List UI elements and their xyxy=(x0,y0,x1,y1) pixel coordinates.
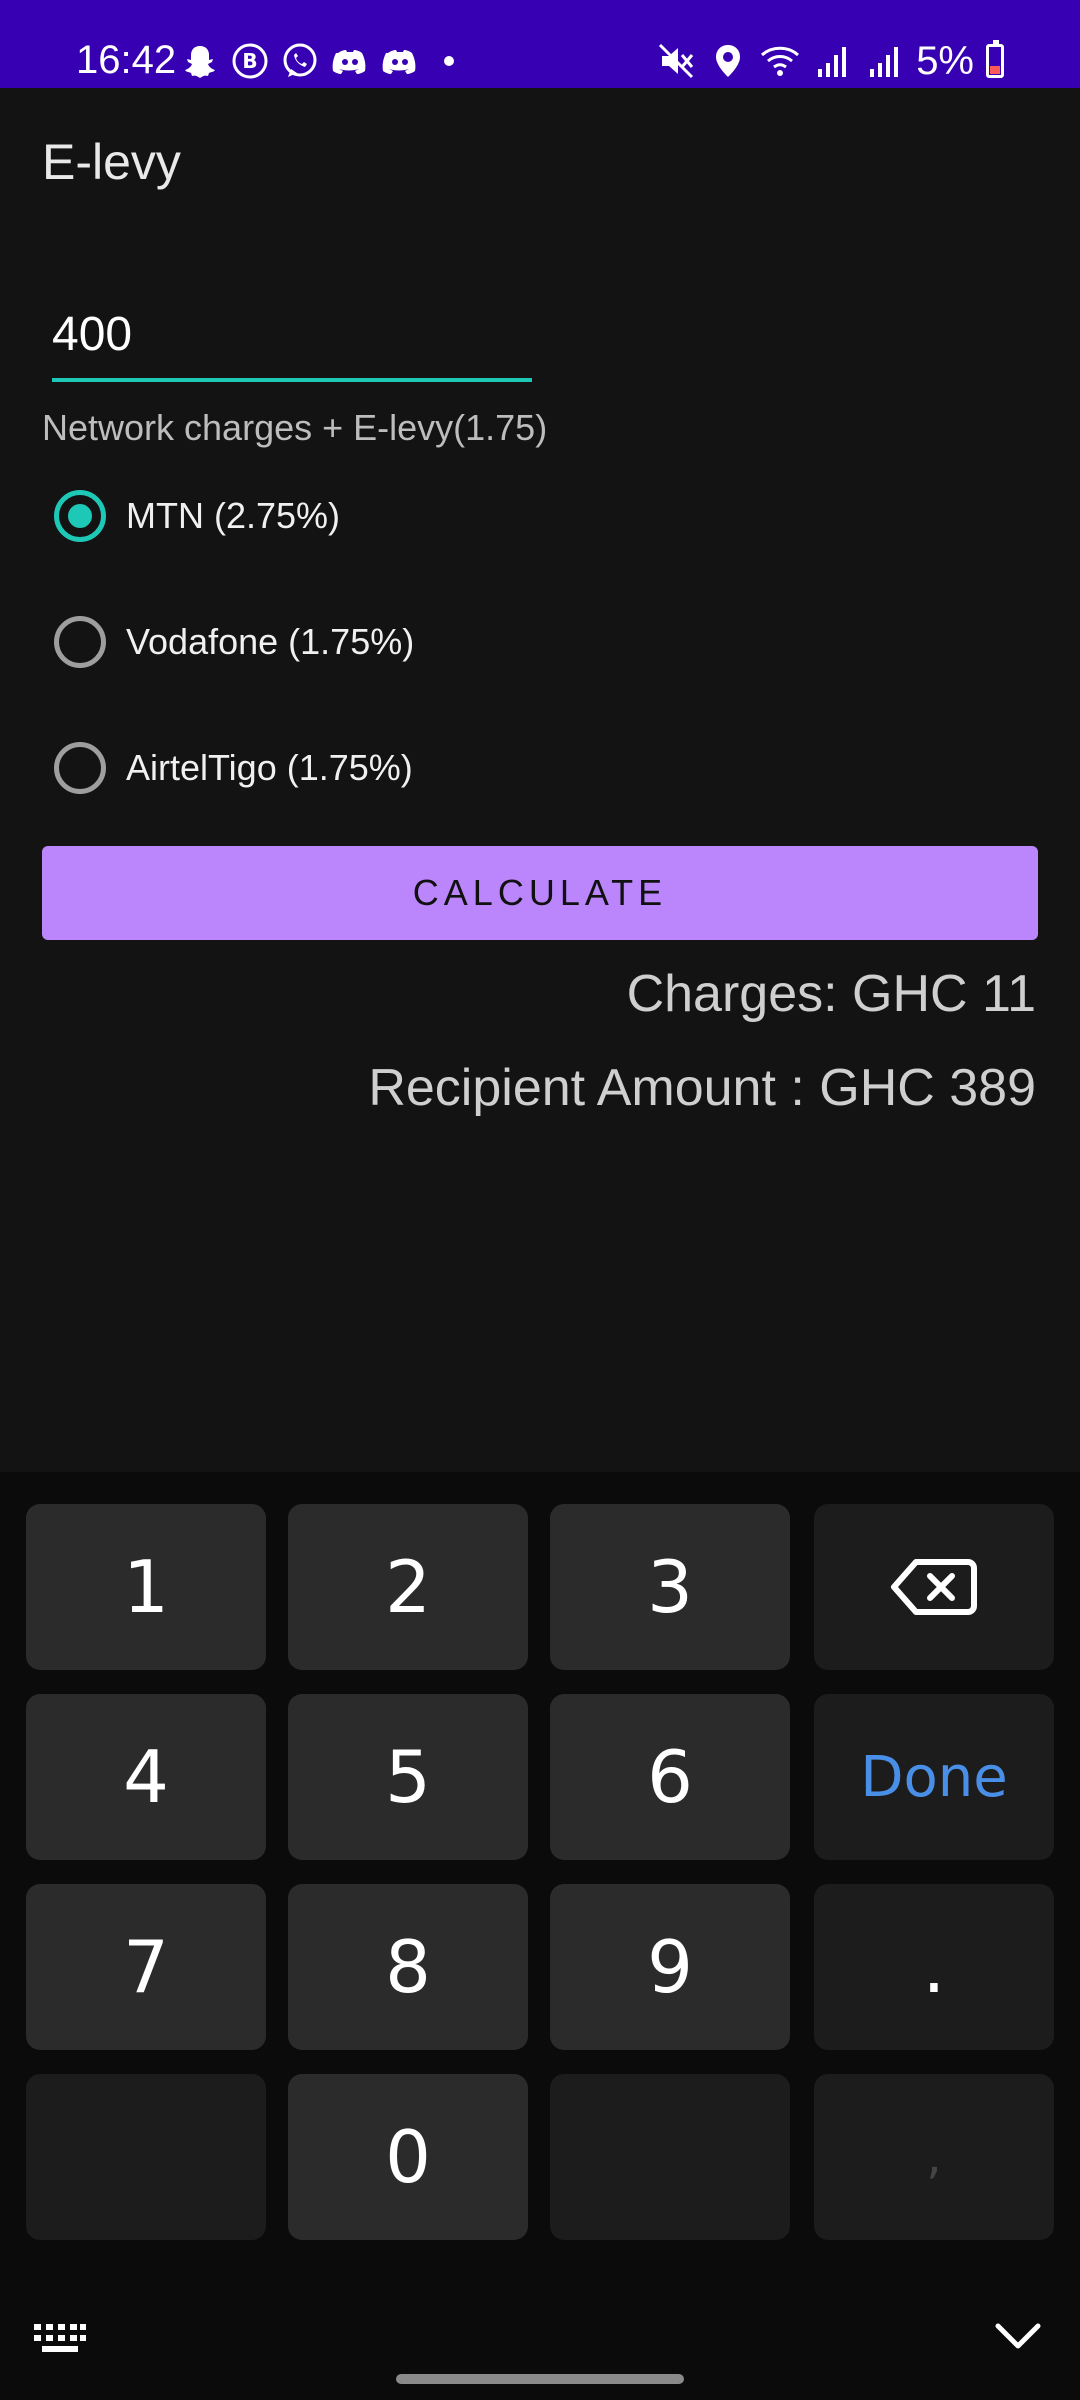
wifi-icon xyxy=(761,46,800,76)
radio-checked-icon[interactable] xyxy=(54,490,106,542)
battery-percent: 5% xyxy=(916,39,974,83)
discord-icon xyxy=(382,50,416,74)
key-3[interactable]: 3 xyxy=(550,1504,790,1670)
key-5[interactable]: 5 xyxy=(288,1694,528,1860)
key-2[interactable]: 2 xyxy=(288,1504,528,1670)
signal-icon xyxy=(818,47,847,77)
radio-vodafone[interactable]: Vodafone (1.75%) xyxy=(54,602,654,682)
key-4[interactable]: 4 xyxy=(26,1694,266,1860)
empty-key xyxy=(26,2074,266,2240)
calculate-button[interactable]: CALCULATE xyxy=(42,846,1038,940)
key-1[interactable]: 1 xyxy=(26,1504,266,1670)
radio-airteltigo[interactable]: AirtelTigo (1.75%) xyxy=(54,728,654,808)
key-6[interactable]: 6 xyxy=(550,1694,790,1860)
status-time: 16:42 xyxy=(76,38,177,82)
radio-mtn[interactable]: MTN (2.75%) xyxy=(54,476,654,556)
notification-icons: B xyxy=(180,38,454,84)
charges-result: Charges: GHC 11 xyxy=(626,965,1036,1023)
radio-unchecked-icon[interactable] xyxy=(54,616,106,668)
gesture-nav-bar[interactable] xyxy=(396,2374,684,2384)
system-icons: 5% xyxy=(656,38,1004,84)
comma-key[interactable]: , xyxy=(814,2074,1054,2240)
radio-vodafone-label: Vodafone (1.75%) xyxy=(126,621,415,662)
signal-icon xyxy=(870,47,899,77)
snapchat-icon xyxy=(185,46,215,78)
keyboard-switch-icon[interactable] xyxy=(32,2318,88,2358)
hide-keyboard-icon[interactable] xyxy=(994,2316,1042,2356)
radio-airteltigo-label: AirtelTigo (1.75%) xyxy=(126,747,413,788)
charges-hint-label: Network charges + E-levy(1.75) xyxy=(42,407,548,448)
discord-icon xyxy=(332,50,366,74)
location-icon xyxy=(716,45,741,77)
mute-icon xyxy=(659,43,694,79)
backspace-icon xyxy=(891,1559,977,1615)
more-notifications-dot-icon xyxy=(444,56,454,66)
status-bar: 16:42 B 5% xyxy=(0,0,1080,88)
amount-field[interactable] xyxy=(52,300,532,382)
key-8[interactable]: 8 xyxy=(288,1884,528,2050)
whatsapp-icon xyxy=(283,43,317,77)
radio-mtn-label: MTN (2.75%) xyxy=(126,495,341,536)
key-7[interactable]: 7 xyxy=(26,1884,266,2050)
dot-key[interactable]: . xyxy=(814,1884,1054,2050)
empty-key xyxy=(550,2074,790,2240)
app-title: E-levy xyxy=(42,134,181,190)
amount-input[interactable] xyxy=(52,300,532,370)
done-key[interactable]: Done xyxy=(814,1694,1054,1860)
recipient-amount-result: Recipient Amount : GHC 389 xyxy=(368,1059,1036,1117)
key-9[interactable]: 9 xyxy=(550,1884,790,2050)
b-icon: B xyxy=(232,43,268,79)
key-0[interactable]: 0 xyxy=(288,2074,528,2240)
radio-unchecked-icon[interactable] xyxy=(54,742,106,794)
svg-text:B: B xyxy=(242,49,257,73)
battery-icon xyxy=(986,40,1004,78)
backspace-key[interactable] xyxy=(814,1504,1054,1670)
